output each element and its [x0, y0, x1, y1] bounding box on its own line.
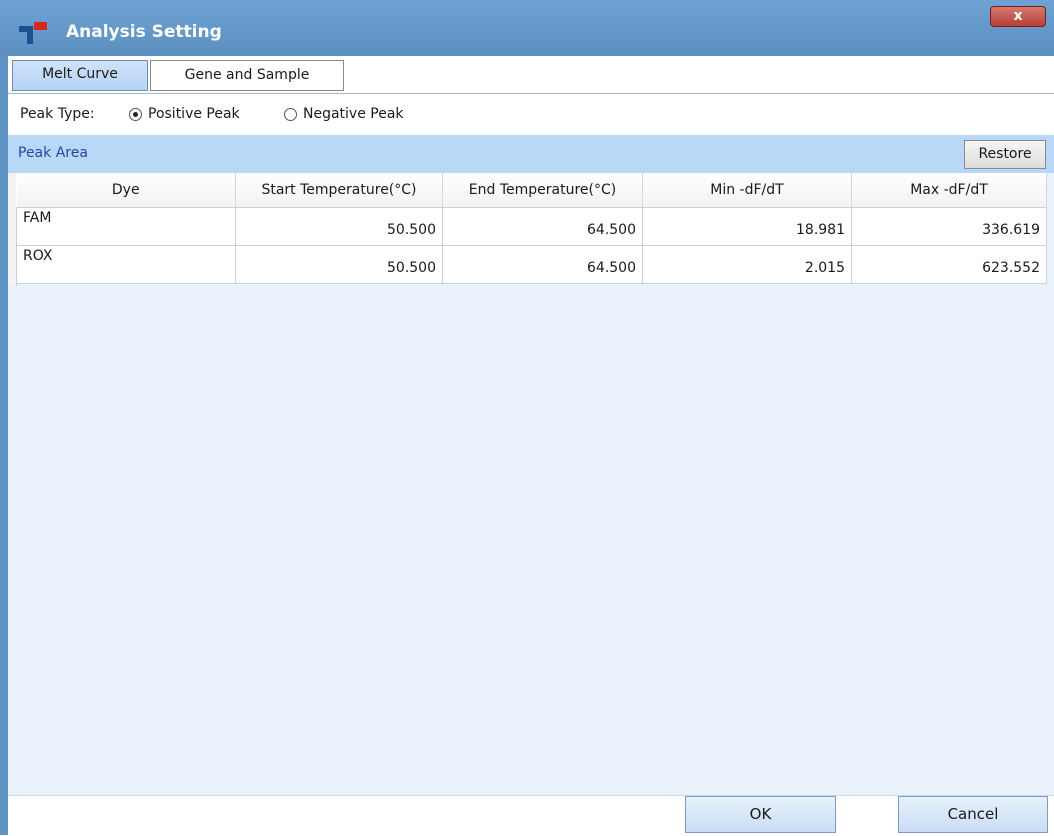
start-temperature-cell[interactable]: 50.500 — [235, 207, 443, 246]
tab-strip: Melt Curve Gene and Sample — [8, 56, 1054, 94]
peak-type-row: Peak Type: Positive Peak Negative Peak — [8, 96, 1054, 134]
column-header-dye[interactable]: Dye — [16, 173, 236, 208]
table-header-row: Dye Start Temperature(°C) End Temperatur… — [16, 173, 1047, 208]
window-title: Analysis Setting — [66, 22, 222, 42]
max-df-dt-cell[interactable]: 336.619 — [851, 207, 1047, 246]
column-header-end-temperature[interactable]: End Temperature(°C) — [442, 173, 643, 208]
app-logo-icon — [19, 22, 47, 44]
close-button[interactable]: x — [990, 6, 1046, 27]
peak-area-grid: Dye Start Temperature(°C) End Temperatur… — [8, 173, 1054, 795]
peak-area-header: Peak Area Restore — [8, 135, 1054, 173]
peak-area-table: Dye Start Temperature(°C) End Temperatur… — [16, 173, 1047, 284]
dye-cell[interactable]: ROX — [16, 245, 236, 284]
peak-type-label: Peak Type: — [20, 106, 95, 122]
positive-peak-radio[interactable] — [129, 108, 142, 121]
dialog-footer: OK Cancel — [8, 795, 1054, 836]
dye-cell[interactable]: FAM — [16, 207, 236, 246]
peak-area-title: Peak Area — [18, 145, 88, 161]
max-df-dt-cell[interactable]: 623.552 — [851, 245, 1047, 284]
negative-peak-label[interactable]: Negative Peak — [303, 106, 404, 122]
table-row[interactable]: FAM 50.500 64.500 18.981 336.619 — [16, 207, 1047, 246]
tab-melt-curve[interactable]: Melt Curve — [12, 60, 148, 91]
positive-peak-label[interactable]: Positive Peak — [148, 106, 240, 122]
column-header-start-temperature[interactable]: Start Temperature(°C) — [235, 173, 443, 208]
end-temperature-cell[interactable]: 64.500 — [442, 245, 643, 284]
min-df-dt-cell[interactable]: 2.015 — [642, 245, 852, 284]
negative-peak-radio[interactable] — [284, 108, 297, 121]
ok-button[interactable]: OK — [685, 796, 836, 833]
analysis-setting-dialog: Analysis Setting x Melt Curve Gene and S… — [0, 0, 1054, 836]
end-temperature-cell[interactable]: 64.500 — [442, 207, 643, 246]
min-df-dt-cell[interactable]: 18.981 — [642, 207, 852, 246]
column-header-max-df-dt[interactable]: Max -dF/dT — [851, 173, 1047, 208]
cancel-button[interactable]: Cancel — [898, 796, 1048, 833]
restore-button[interactable]: Restore — [964, 140, 1046, 169]
tab-gene-and-sample[interactable]: Gene and Sample — [150, 60, 344, 91]
title-bar: Analysis Setting x — [0, 0, 1054, 56]
column-header-min-df-dt[interactable]: Min -dF/dT — [642, 173, 852, 208]
start-temperature-cell[interactable]: 50.500 — [235, 245, 443, 284]
table-row[interactable]: ROX 50.500 64.500 2.015 623.552 — [16, 245, 1047, 284]
